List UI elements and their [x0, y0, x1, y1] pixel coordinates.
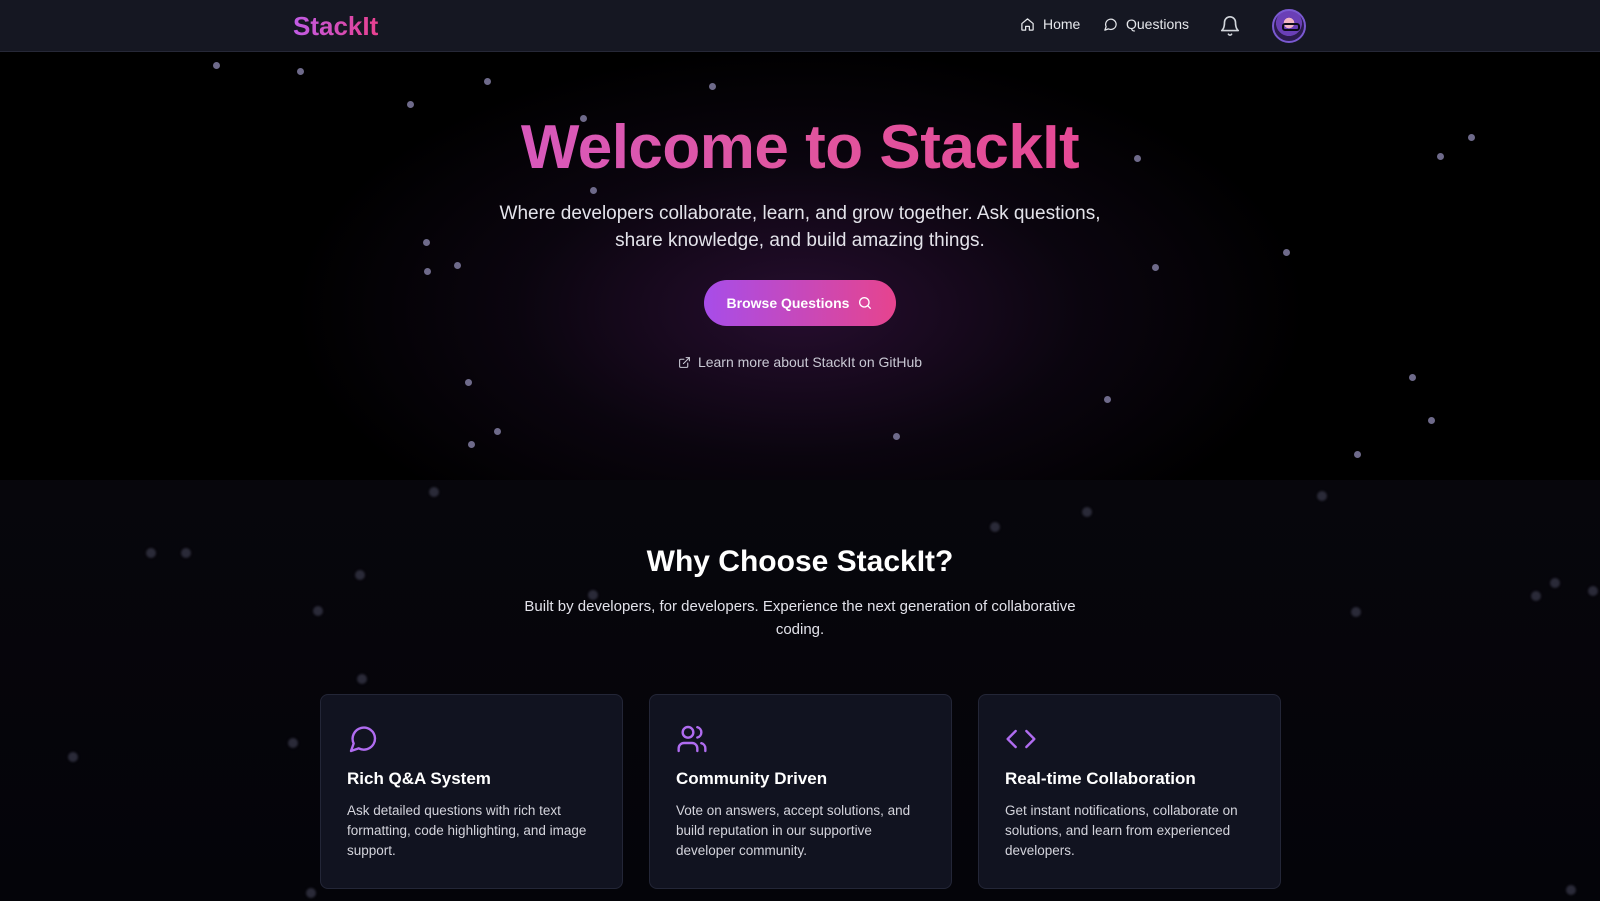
particle	[1354, 451, 1361, 458]
feature-description: Ask detailed questions with rich text fo…	[347, 803, 587, 858]
particle	[465, 379, 472, 386]
browse-questions-label: Browse Questions	[726, 295, 850, 311]
particle	[146, 548, 156, 558]
particle	[454, 262, 461, 269]
app-logo[interactable]: StackIt	[293, 11, 378, 42]
message-circle-icon	[349, 726, 377, 753]
particle	[313, 606, 323, 616]
particle	[1550, 578, 1560, 588]
particle	[1351, 607, 1361, 617]
feature-title: Community Driven	[676, 769, 828, 788]
particle	[990, 522, 1000, 532]
particle	[494, 428, 501, 435]
particle	[355, 570, 365, 580]
particle	[1566, 885, 1576, 895]
particle	[484, 78, 491, 85]
particle	[1104, 396, 1111, 403]
feature-title: Rich Q&A System	[347, 769, 491, 788]
particle	[423, 239, 430, 246]
nav-questions-label: Questions	[1126, 16, 1190, 32]
particle	[1428, 417, 1435, 424]
particle	[306, 888, 316, 898]
particle	[1317, 491, 1327, 501]
particle	[1437, 153, 1444, 160]
particle	[429, 487, 439, 497]
particle	[424, 268, 431, 275]
particle	[68, 752, 78, 762]
particle	[288, 738, 298, 748]
browse-questions-button[interactable]: Browse Questions	[704, 280, 896, 326]
features-heading: Why Choose StackIt?	[646, 545, 954, 578]
feature-description: Vote on answers, accept solutions, and b…	[676, 803, 911, 858]
feature-card-community: Community Driven Vote on answers, accept…	[649, 694, 952, 889]
particle	[709, 83, 716, 90]
features-subheading: Built by developers, for developers. Exp…	[524, 598, 1076, 638]
particle	[1588, 586, 1598, 596]
external-link-icon	[679, 356, 690, 368]
feature-title: Real-time Collaboration	[1005, 769, 1196, 788]
particle	[181, 548, 191, 558]
feature-card-collaboration: Real-time Collaboration Get instant noti…	[978, 694, 1281, 889]
message-circle-icon	[1104, 18, 1117, 31]
particle	[1409, 374, 1416, 381]
particle	[1283, 249, 1290, 256]
particle	[297, 68, 304, 75]
users-icon	[677, 725, 707, 753]
particle	[1152, 264, 1159, 271]
home-icon	[1021, 17, 1034, 31]
particle	[407, 101, 414, 108]
particle	[357, 674, 367, 684]
hero-subtitle: Where developers collaborate, learn, and…	[499, 203, 1101, 251]
particle	[590, 187, 597, 194]
nav-home-link[interactable]: Home	[1020, 16, 1080, 32]
code-icon	[1006, 729, 1036, 749]
nav-questions-link[interactable]: Questions	[1103, 16, 1189, 32]
feature-description: Get instant notifications, collaborate o…	[1005, 803, 1238, 858]
hero-title: Welcome to StackIt	[300, 112, 1300, 183]
user-avatar[interactable]	[1272, 9, 1306, 43]
nav-home-label: Home	[1043, 16, 1081, 32]
particle	[213, 62, 220, 69]
particle	[468, 441, 475, 448]
particle	[1082, 507, 1092, 517]
feature-card-qa: Rich Q&A System Ask detailed questions w…	[320, 694, 623, 889]
github-link-label: Learn more about StackIt on GitHub	[697, 354, 923, 370]
particle	[893, 433, 900, 440]
top-navbar: StackIt Home Questions	[0, 0, 1600, 52]
search-icon	[859, 297, 872, 309]
particle	[1468, 134, 1475, 141]
bell-icon[interactable]	[1219, 15, 1241, 37]
particle	[1531, 591, 1541, 601]
github-link[interactable]: Learn more about StackIt on GitHub	[600, 354, 1000, 370]
